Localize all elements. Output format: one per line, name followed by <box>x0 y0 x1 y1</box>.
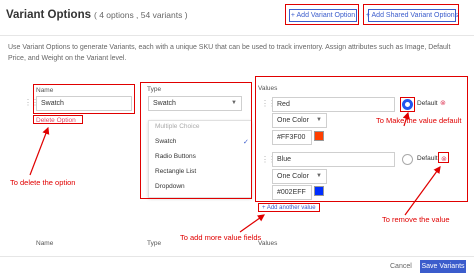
annotation-remove-value: To remove the value <box>382 215 450 224</box>
annotation-add-value-fields: To add more value fields <box>180 233 262 242</box>
arrow-remove <box>404 166 441 216</box>
cancel-button[interactable]: Cancel <box>390 263 412 270</box>
annotation-delete-option: To delete the option <box>10 178 76 187</box>
annotation-default-value: To Make the value default <box>376 116 462 125</box>
save-variants-button[interactable]: Save Variants <box>420 260 466 273</box>
arrow-add-value <box>239 214 265 233</box>
arrow-delete-option <box>29 126 50 176</box>
